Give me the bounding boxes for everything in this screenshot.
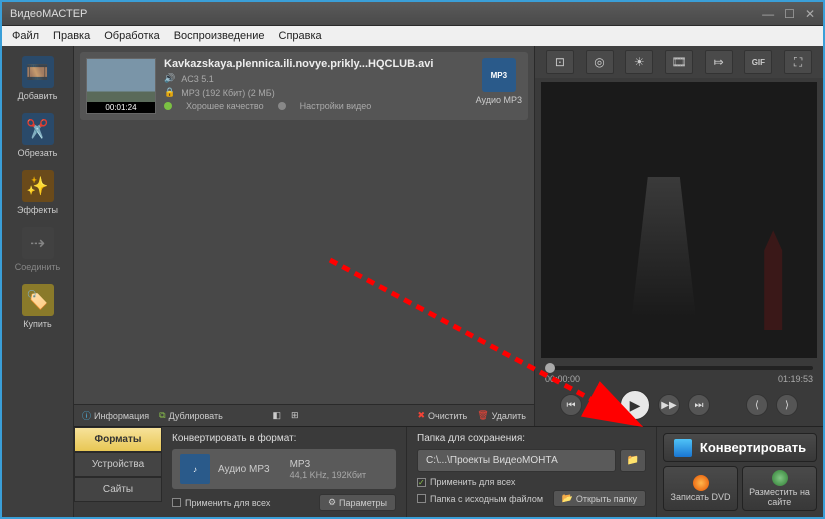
file-list: 00:01:24 Kavkazskaya.plennica.ili.novye.… bbox=[74, 46, 535, 426]
folder-icon: 📁 bbox=[627, 455, 639, 466]
open-folder-button[interactable]: 📂Открыть папку bbox=[553, 490, 646, 507]
sidebar: 🎞️ Добавить ✂️ Обрезать ✨ Эффекты ⇢ Соед… bbox=[2, 46, 74, 517]
close-button[interactable]: ✕ bbox=[805, 7, 815, 21]
join-icon: ⇢ bbox=[22, 227, 54, 259]
settings-indicator-icon bbox=[278, 102, 286, 110]
step-forward-button[interactable]: ▶▶ bbox=[658, 394, 680, 416]
sidebar-trim[interactable]: ✂️ Обрезать bbox=[6, 109, 69, 162]
browse-button[interactable]: 📁 bbox=[620, 449, 646, 472]
info-button[interactable]: ⓘИнформация bbox=[82, 409, 149, 422]
app-title: ВидеоМАСТЕР bbox=[10, 8, 87, 20]
scissors-icon: ✂️ bbox=[22, 113, 54, 145]
delete-button[interactable]: 🗑Удалить bbox=[477, 410, 526, 421]
thumbnail: 00:01:24 bbox=[86, 58, 156, 114]
sidebar-add[interactable]: 🎞️ Добавить bbox=[6, 52, 69, 105]
tool-snapshot[interactable]: ◎ bbox=[586, 50, 614, 74]
duration-badge: 00:01:24 bbox=[87, 102, 155, 113]
toggle-1[interactable]: ◧ bbox=[272, 410, 281, 421]
gear-icon: ⚙ bbox=[328, 497, 336, 508]
tab-formats[interactable]: Форматы bbox=[74, 427, 162, 452]
tab-sites[interactable]: Сайты bbox=[74, 477, 162, 502]
speaker-icon: 🔊 bbox=[164, 73, 175, 84]
globe-icon bbox=[772, 470, 788, 486]
seek-slider[interactable] bbox=[545, 366, 813, 370]
play-button[interactable]: ▶ bbox=[620, 390, 650, 420]
tag-icon: 🏷️ bbox=[22, 284, 54, 316]
current-time: 00:00:00 bbox=[545, 374, 580, 384]
apply-all-format-checkbox[interactable]: Применить для всех bbox=[172, 498, 270, 508]
list-actions: ⓘИнформация ⧉Дублировать ◧ ⊞ ✖Очистить 🗑… bbox=[74, 404, 534, 426]
menu-play[interactable]: Воспроизведение bbox=[168, 28, 271, 44]
menu-file[interactable]: Файл bbox=[6, 28, 45, 44]
next-frame-button[interactable]: ⏭ bbox=[688, 394, 710, 416]
tool-filmstrip[interactable]: 🎞 bbox=[665, 50, 693, 74]
tool-brightness[interactable]: ☀ bbox=[625, 50, 653, 74]
sidebar-effects[interactable]: ✨ Эффекты bbox=[6, 166, 69, 219]
menubar: Файл Правка Обработка Воспроизведение Сп… bbox=[2, 26, 823, 46]
menu-edit[interactable]: Правка bbox=[47, 28, 96, 44]
prev-frame-button[interactable]: ⏮ bbox=[560, 394, 582, 416]
total-time: 01:19:53 bbox=[778, 374, 813, 384]
maximize-button[interactable]: ☐ bbox=[784, 7, 795, 21]
duplicate-button[interactable]: ⧉Дублировать bbox=[159, 410, 223, 421]
titlebar: ВидеоМАСТЕР — ☐ ✕ bbox=[2, 2, 823, 26]
sidebar-join[interactable]: ⇢ Соединить bbox=[6, 223, 69, 276]
clear-button[interactable]: ✖Очистить bbox=[417, 410, 467, 421]
file-name: Kavkazskaya.plennica.ili.novye.prikly...… bbox=[164, 58, 468, 70]
source-folder-checkbox[interactable]: Папка с исходным файлом bbox=[417, 494, 543, 504]
file-item[interactable]: 00:01:24 Kavkazskaya.plennica.ili.novye.… bbox=[80, 52, 528, 120]
mp3-icon: MP3 bbox=[482, 58, 516, 92]
disc-icon bbox=[693, 475, 709, 491]
convert-icon bbox=[674, 439, 692, 457]
output-path[interactable]: C:\...\Проекты ВидеоМОНТА bbox=[417, 449, 616, 472]
format-section: Конвертировать в формат: ♪ Аудио MP3 MP3… bbox=[162, 427, 407, 517]
tool-crop[interactable]: ⊡ bbox=[546, 50, 574, 74]
burn-dvd-button[interactable]: Записать DVD bbox=[663, 466, 738, 511]
lock-icon: 🔒 bbox=[164, 87, 175, 98]
format-selector[interactable]: ♪ Аудио MP3 MP3 44,1 KHz, 192Кбит bbox=[172, 449, 396, 489]
menu-help[interactable]: Справка bbox=[273, 28, 328, 44]
tool-speed[interactable]: ⤇ bbox=[705, 50, 733, 74]
note-icon: ♪ bbox=[180, 454, 210, 484]
step-back-button[interactable]: ◀◀ bbox=[590, 394, 612, 416]
menu-process[interactable]: Обработка bbox=[98, 28, 165, 44]
filmstrip-plus-icon: 🎞️ bbox=[22, 56, 54, 88]
tool-gif[interactable]: GIF bbox=[744, 50, 772, 74]
tool-fullscreen[interactable]: ⛶ bbox=[784, 50, 812, 74]
mark-out-button[interactable]: ⟩ bbox=[776, 394, 798, 416]
folder-section: Папка для сохранения: C:\...\Проекты Вид… bbox=[407, 427, 657, 517]
toggle-2[interactable]: ⊞ bbox=[291, 410, 299, 421]
quality-indicator-icon bbox=[164, 102, 172, 110]
convert-button[interactable]: Конвертировать bbox=[663, 433, 817, 462]
mark-in-button[interactable]: ⟨ bbox=[746, 394, 768, 416]
parameters-button[interactable]: ⚙Параметры bbox=[319, 494, 396, 511]
sparkle-icon: ✨ bbox=[22, 170, 54, 202]
video-preview[interactable] bbox=[541, 82, 817, 358]
folder-open-icon: 📂 bbox=[562, 493, 573, 504]
upload-button[interactable]: Разместить на сайте bbox=[742, 466, 817, 511]
tab-devices[interactable]: Устройства bbox=[74, 452, 162, 477]
sidebar-buy[interactable]: 🏷️ Купить bbox=[6, 280, 69, 333]
apply-all-folder-checkbox[interactable]: Применить для всех bbox=[417, 477, 515, 487]
video-settings-link[interactable]: Настройки видео bbox=[300, 101, 372, 111]
preview-panel: ⊡ ◎ ☀ 🎞 ⤇ GIF ⛶ bbox=[535, 46, 823, 426]
minimize-button[interactable]: — bbox=[762, 7, 774, 21]
output-format-badge[interactable]: MP3 Аудио MP3 bbox=[476, 58, 522, 114]
